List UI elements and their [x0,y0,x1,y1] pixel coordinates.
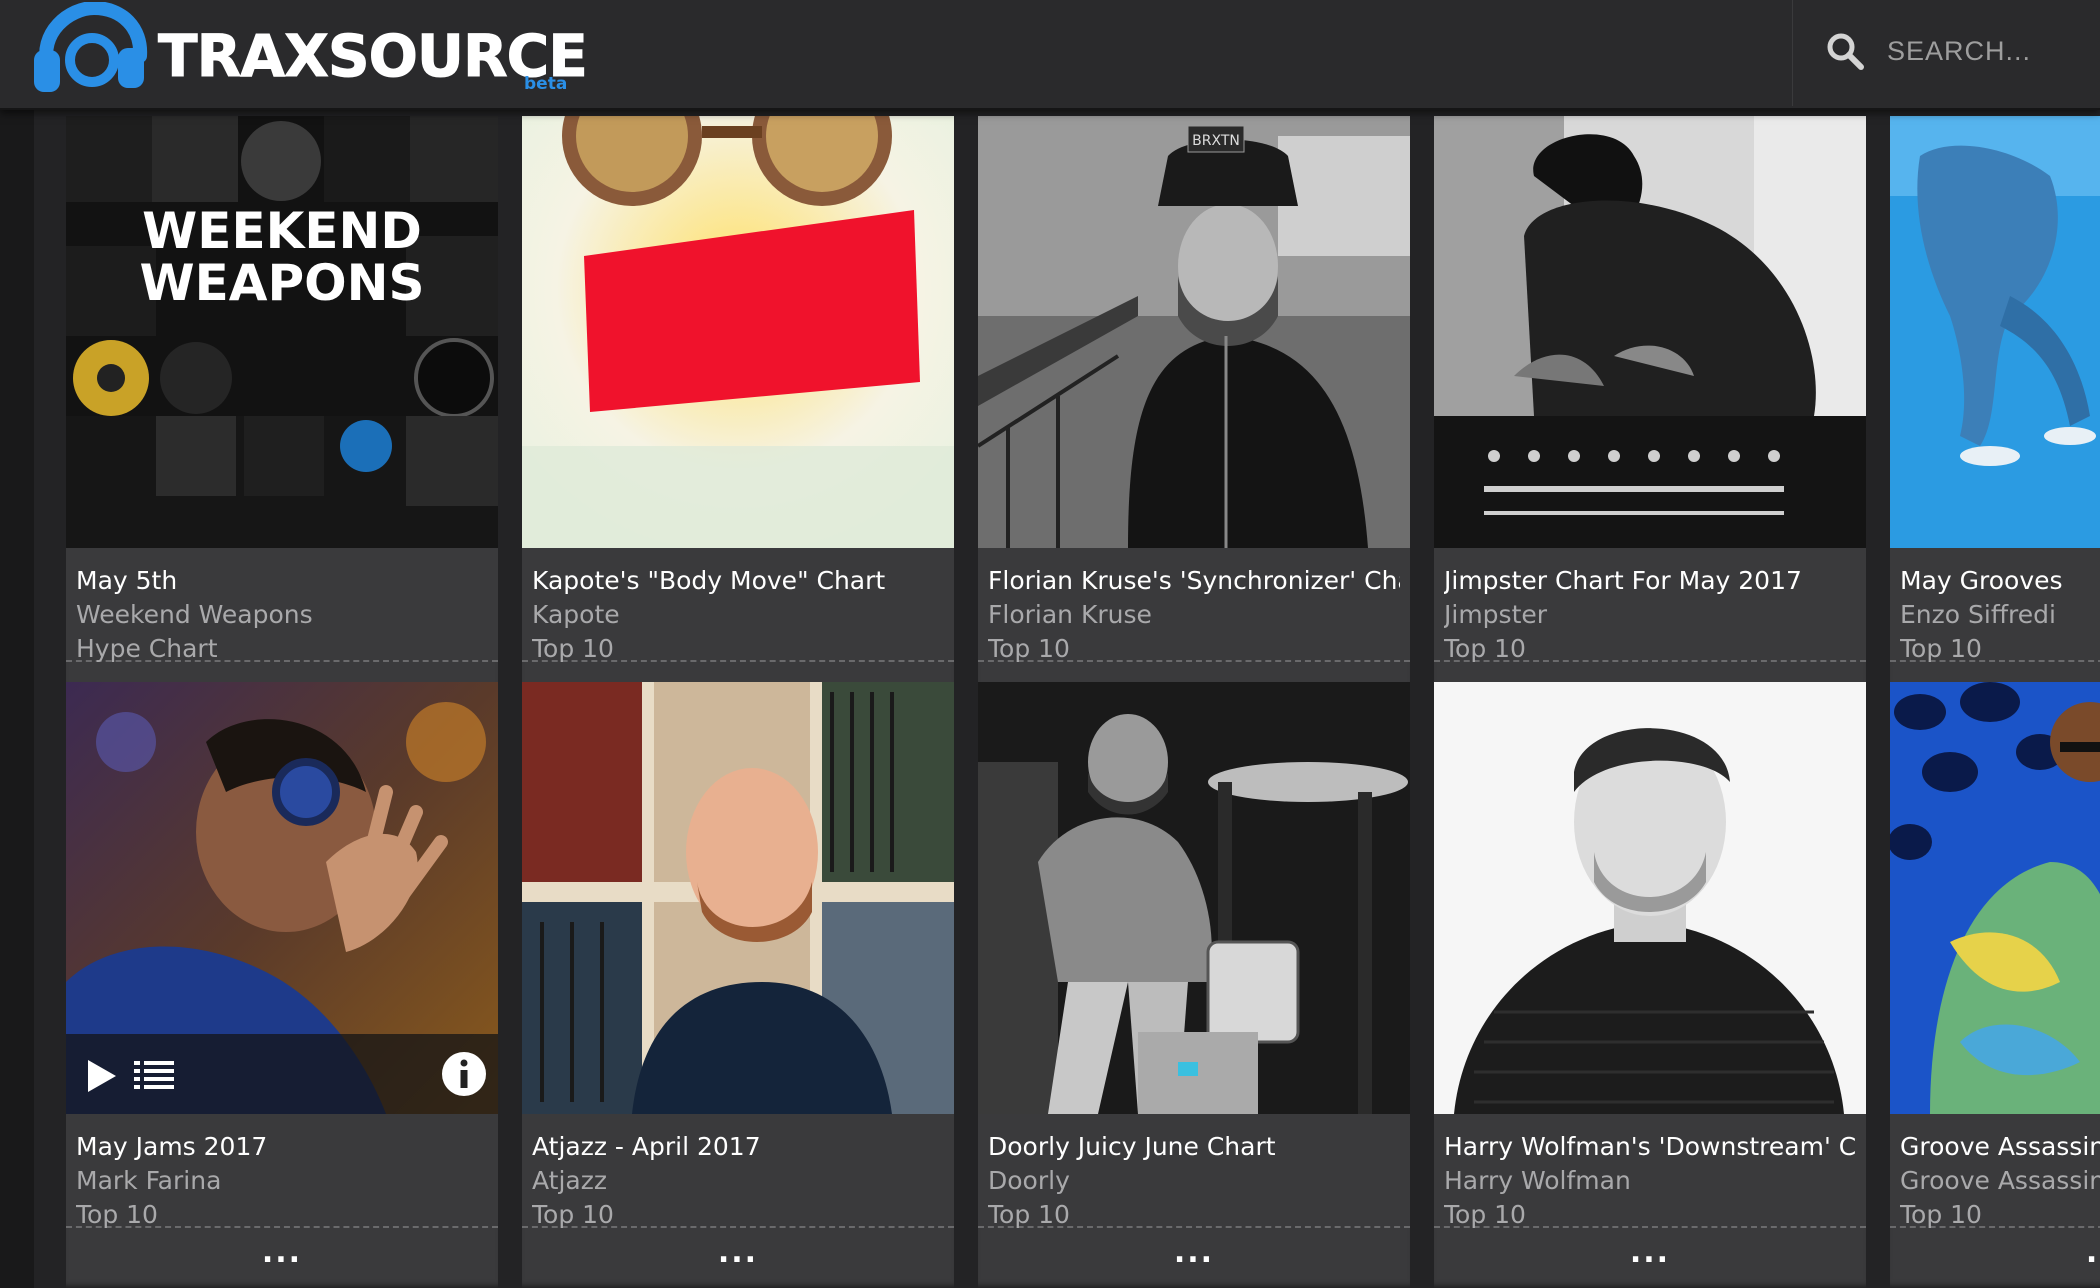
chart-info: Atjazz - April 2017 Atjazz Top 10 [522,1114,954,1229]
chart-artwork[interactable]: WEEKEND WEAPONS [66,116,498,548]
chart-title[interactable]: May Jams 2017 [76,1130,488,1164]
chart-artist[interactable]: Jimpster [1444,598,1856,632]
chart-artist[interactable]: Harry Wolfman [1444,1164,1856,1198]
chart-type: Top 10 [1444,634,1526,663]
app-window: TRAXSOURCE beta SEARCH... WEEKEND WEAPON… [0,0,2100,1288]
chart-artwork[interactable] [522,682,954,1114]
chart-title[interactable]: May Grooves [1900,564,2100,598]
left-rail [0,108,34,1288]
artwork-controls-bar [66,1034,498,1114]
chart-type: Top 10 [1900,1200,1982,1229]
chart-artist[interactable]: Florian Kruse [988,598,1400,632]
chart-title[interactable]: Florian Kruse's 'Synchronizer' Chart [988,564,1400,598]
art-text-line-2: WEAPONS [139,254,424,312]
chart-type: Top 10 [532,1200,614,1229]
chart-type: Top 10 [1444,1200,1526,1229]
search-bar [1792,0,2100,106]
cap-logo-text: BRXTN [1192,133,1240,149]
chart-title[interactable]: Doorly Juicy June Chart [988,1130,1400,1164]
chart-title[interactable]: Jimpster Chart For May 2017 [1444,564,1856,598]
chart-type: Top 10 [532,634,614,663]
chart-card[interactable]: May Grooves Enzo Siffredi Top 10 ... [1890,116,2100,722]
chart-card[interactable]: Atjazz - April 2017 Atjazz Top 10 ... [522,682,954,1288]
chart-info: Harry Wolfman's 'Downstream' Ch... Harry… [1434,1114,1866,1229]
chart-artwork[interactable]: BRXTN [978,116,1410,548]
chart-card[interactable]: Doorly Juicy June Chart Doorly Top 10 ..… [978,682,1410,1288]
chart-artwork[interactable] [522,116,954,548]
play-icon[interactable] [80,1056,120,1096]
more-options-button[interactable]: ... [978,1228,1410,1288]
chart-title[interactable]: Groove Assassin M [1900,1130,2100,1164]
chart-info: Jimpster Chart For May 2017 Jimpster Top… [1434,548,1866,663]
chart-card[interactable]: Groove Assassin M Groove Assassin Top 10… [1890,682,2100,1288]
chart-artwork[interactable] [66,682,498,1114]
chart-title[interactable]: Atjazz - April 2017 [532,1130,944,1164]
more-options-button[interactable]: ... [1890,1228,2100,1288]
chart-info: Doorly Juicy June Chart Doorly Top 10 [978,1114,1410,1229]
headphones-logo-icon [34,0,148,92]
chart-title[interactable]: Kapote's "Body Move" Chart [532,564,944,598]
chart-card[interactable]: Jimpster Chart For May 2017 Jimpster Top… [1434,116,1866,722]
site-header: TRAXSOURCE beta [0,0,2100,110]
chart-info: May 5th Weekend Weapons Hype Chart [66,548,498,663]
chart-card[interactable]: Harry Wolfman's 'Downstream' Ch... Harry… [1434,682,1866,1288]
chart-type: Top 10 [988,634,1070,663]
chart-title[interactable]: May 5th [76,564,488,598]
beta-badge: beta [524,74,568,94]
art-text-line-1: WEEKEND [142,202,422,260]
logo-wordmark: TRAXSOURCE [158,22,589,91]
site-logo[interactable]: TRAXSOURCE beta [30,0,590,102]
chart-card[interactable]: BRXTN Florian Kruse's 'Synchronizer' Cha… [978,116,1410,722]
chart-artwork[interactable] [978,682,1410,1114]
chart-artwork[interactable] [1890,682,2100,1114]
chart-card[interactable]: WEEKEND WEAPONS May 5th Weekend Weapons … [66,116,498,722]
chart-artist[interactable]: Mark Farina [76,1164,488,1198]
chart-type: Hype Chart [76,634,218,663]
more-options-button[interactable]: ... [66,1228,498,1288]
chart-artist[interactable]: Weekend Weapons [76,598,488,632]
chart-type: Top 10 [76,1200,158,1229]
chart-artist[interactable]: Atjazz [532,1164,944,1198]
search-input[interactable] [1885,28,2089,74]
chart-artist[interactable]: Groove Assassin [1900,1164,2100,1198]
chart-artwork[interactable] [1434,116,1866,548]
chart-info: Florian Kruse's 'Synchronizer' Chart Flo… [978,548,1410,663]
chart-info: Groove Assassin M Groove Assassin Top 10 [1890,1114,2100,1229]
chart-title[interactable]: Harry Wolfman's 'Downstream' Ch... [1444,1130,1856,1164]
more-options-button[interactable]: ... [1434,1228,1866,1288]
chart-info: Kapote's "Body Move" Chart Kapote Top 10 [522,548,954,663]
tracklist-icon[interactable] [132,1056,176,1096]
chart-card[interactable]: Kapote's "Body Move" Chart Kapote Top 10… [522,116,954,722]
chart-info: May Grooves Enzo Siffredi Top 10 [1890,548,2100,663]
chart-artwork[interactable] [1434,682,1866,1114]
search-icon[interactable] [1825,31,1865,71]
chart-artwork[interactable] [1890,116,2100,548]
chart-card[interactable]: May Jams 2017 Mark Farina Top 10 ... [66,682,498,1288]
chart-info: May Jams 2017 Mark Farina Top 10 [66,1114,498,1229]
info-icon[interactable] [440,1050,488,1098]
chart-type: Top 10 [1900,634,1982,663]
chart-artist[interactable]: Kapote [532,598,944,632]
chart-artist[interactable]: Doorly [988,1164,1400,1198]
chart-type: Top 10 [988,1200,1070,1229]
chart-artist[interactable]: Enzo Siffredi [1900,598,2100,632]
more-options-button[interactable]: ... [522,1228,954,1288]
